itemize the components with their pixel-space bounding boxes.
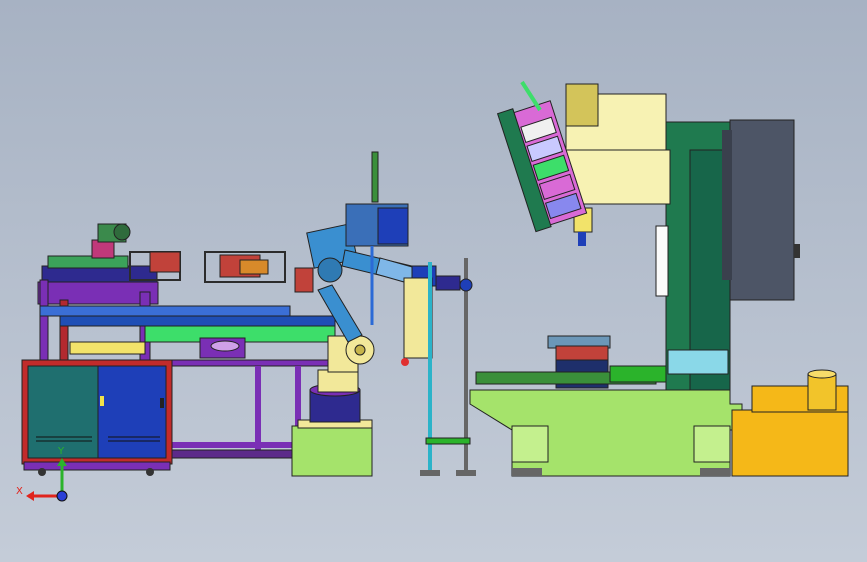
triad-z-axis [56,490,68,502]
cad-viewport[interactable]: X Y [0,0,867,562]
triad-x-label: X [16,486,23,497]
electrical-cabinet [21,359,173,476]
coolant-tank [731,369,849,477]
tower-light [345,151,409,325]
triad-y-label: Y [57,446,65,457]
part-fixture-stand [401,258,476,476]
cad-model-scene[interactable]: X Y [0,0,867,562]
